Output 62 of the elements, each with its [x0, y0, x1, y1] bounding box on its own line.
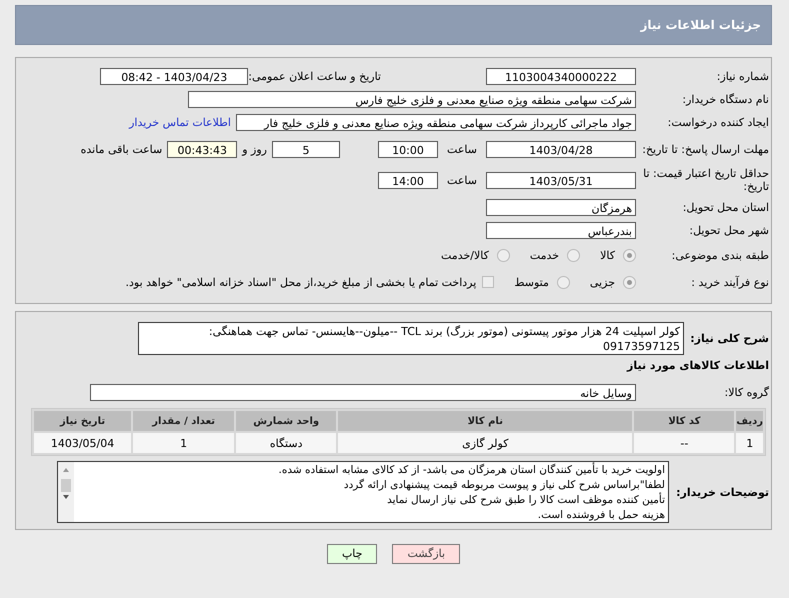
field-label: مهلت ارسال پاسخ: تا تاریخ:: [641, 142, 769, 156]
radio-button[interactable]: [567, 248, 580, 262]
radio-button[interactable]: [496, 248, 510, 262]
field-label: شرح کلی نیاز:: [689, 332, 769, 345]
field-label: ایجاد کننده درخواست:: [666, 116, 769, 128]
field-label: توضیحات خریدار:: [675, 486, 769, 498]
time-field: 14:00: [378, 172, 438, 188]
field-label: گروه کالا:: [724, 386, 769, 398]
column-header: نام کالا: [338, 411, 632, 431]
table-cell: 1: [133, 433, 234, 453]
field-label: طبقه بندی موضوعی:: [670, 248, 769, 262]
table-cell: دستگاه: [236, 433, 336, 453]
buyer-notes-field: اولویت خرید با تأمین کنندگان استان هرمزگان می باشد- از کد کالای مشابه استفاده شده. لطفا"براساس شرح کلی نیاز و پیوست مربوطه قیمت پیشنهادی ارائه گردد تأمین کننده موظف است کالا را طبق شرح کلی نیاز ارسال نماید هزینه حمل با فروشنده است.: [57, 461, 669, 523]
column-header: تعداد / مقدار: [133, 411, 234, 431]
checkbox-label: پرداخت تمام یا بخشی از مبلغ خرید،از محل "اسناد خزانه اسلامی" خواهد بود.: [126, 276, 476, 288]
radio-label: متوسط: [514, 276, 549, 288]
remaining-time-field: 00:43:43: [167, 140, 238, 158]
province-field: هرمزگان: [486, 198, 636, 216]
field-label: استان محل تحویل:: [682, 200, 769, 214]
time-field: 10:00: [378, 140, 438, 158]
page-title: جزئیات اطلاعات نیاز: [15, 5, 772, 45]
radio-label: خدمت: [530, 248, 560, 262]
column-header: واحد شمارش: [236, 411, 336, 431]
print-button[interactable]: چاپ: [326, 544, 378, 564]
requester-field: جواد ماجرائی کارپرداز شرکت سهامی منطقه ویژه صنایع معدنی و فلزی خلیج فار: [236, 114, 636, 130]
announce-date-field: 1403/04/23 - 08:42: [100, 68, 248, 84]
table-cell: 1403/05/04: [34, 433, 132, 453]
column-header: تاریخ نیاز: [34, 411, 132, 431]
field-label: شماره نیاز:: [716, 70, 769, 82]
checkbox[interactable]: [482, 276, 494, 288]
table-cell: 1: [736, 433, 763, 453]
table-cell: کولر گازی: [338, 433, 632, 453]
column-header: ردیف: [736, 411, 763, 431]
radio-label: جزیی: [590, 276, 615, 288]
field-label: نوع فرآیند خرید :: [690, 276, 769, 288]
radio-label: کالا: [600, 248, 615, 262]
field-label: حداقل تاریخ اعتبار قیمت: تا تاریخ:: [642, 167, 769, 193]
city-field: بندرعباس: [486, 222, 636, 238]
date-field: 1403/05/31: [486, 172, 636, 188]
radio-label: کالا/خدمت: [441, 248, 489, 262]
date-field: 1403/04/28: [486, 140, 636, 158]
buyer-field: شرکت سهامی منطقه ویژه صنایع معدنی و فلزی خلیج فارس: [188, 90, 636, 108]
field-label: ساعت باقی مانده: [80, 142, 162, 156]
need-number-field: 1103004340000222: [486, 68, 636, 84]
radio-button[interactable]: [623, 276, 636, 288]
goods-group-field: وسایل خانه: [90, 384, 636, 400]
section-title: اطلاعات کالاهای مورد نیاز: [626, 359, 769, 372]
scrollbar-icon: [58, 462, 74, 522]
days-field: 5: [272, 140, 340, 158]
field-label: ساعت: [446, 174, 478, 186]
radio-button[interactable]: [623, 248, 636, 262]
field-label: شهر محل تحویل:: [688, 224, 769, 236]
column-header: کد کالا: [634, 411, 734, 431]
description-field: کولر اسپلیت 24 هزار موتور پیستونی (موتور بزرگ) برند TCL --میلون--هایسنس- تماس جهت هماهنگی: 09173597125: [138, 322, 684, 355]
back-button[interactable]: بازگشت: [392, 544, 460, 564]
field-label: نام دستگاه خریدار:: [681, 92, 769, 106]
field-label: تاریخ و ساعت اعلان عمومی:: [248, 70, 381, 82]
radio-button[interactable]: [556, 276, 570, 288]
table-cell: --: [634, 433, 734, 453]
buyer-contact-link[interactable]: اطلاعات تماس خریدار: [129, 116, 231, 128]
field-label: روز و: [242, 142, 267, 156]
field-label: ساعت: [446, 142, 478, 156]
